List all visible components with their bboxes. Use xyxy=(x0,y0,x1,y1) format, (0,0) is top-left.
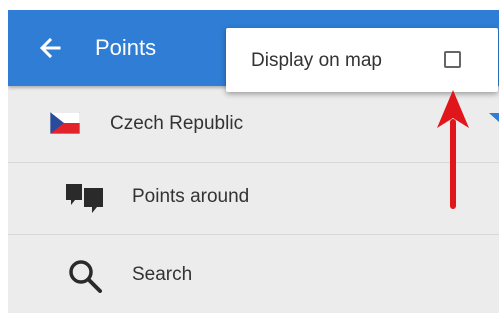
arrow-left-icon xyxy=(39,37,61,59)
list-item-points-around[interactable]: Points around xyxy=(8,158,499,235)
country-label: Czech Republic xyxy=(110,113,244,134)
czech-flag-icon xyxy=(50,112,80,134)
points-around-icon xyxy=(66,184,103,213)
list-item-search[interactable]: Search xyxy=(8,235,499,313)
screen: Points Czech Republic Points around Sear… xyxy=(8,10,499,313)
annotation-arrow-icon xyxy=(437,90,469,209)
dropdown-caret-icon xyxy=(489,113,499,122)
points-around-label: Points around xyxy=(132,186,250,207)
display-on-map-menu-item[interactable]: Display on map xyxy=(226,28,498,92)
display-on-map-checkbox[interactable] xyxy=(444,51,461,68)
list-item-country[interactable]: Czech Republic xyxy=(8,86,499,163)
page-title: Points xyxy=(95,35,157,60)
search-label: Search xyxy=(132,264,193,285)
display-on-map-label: Display on map xyxy=(251,50,382,71)
overflow-menu: Display on map xyxy=(226,28,498,92)
back-button[interactable] xyxy=(32,30,68,66)
search-icon xyxy=(69,260,102,293)
